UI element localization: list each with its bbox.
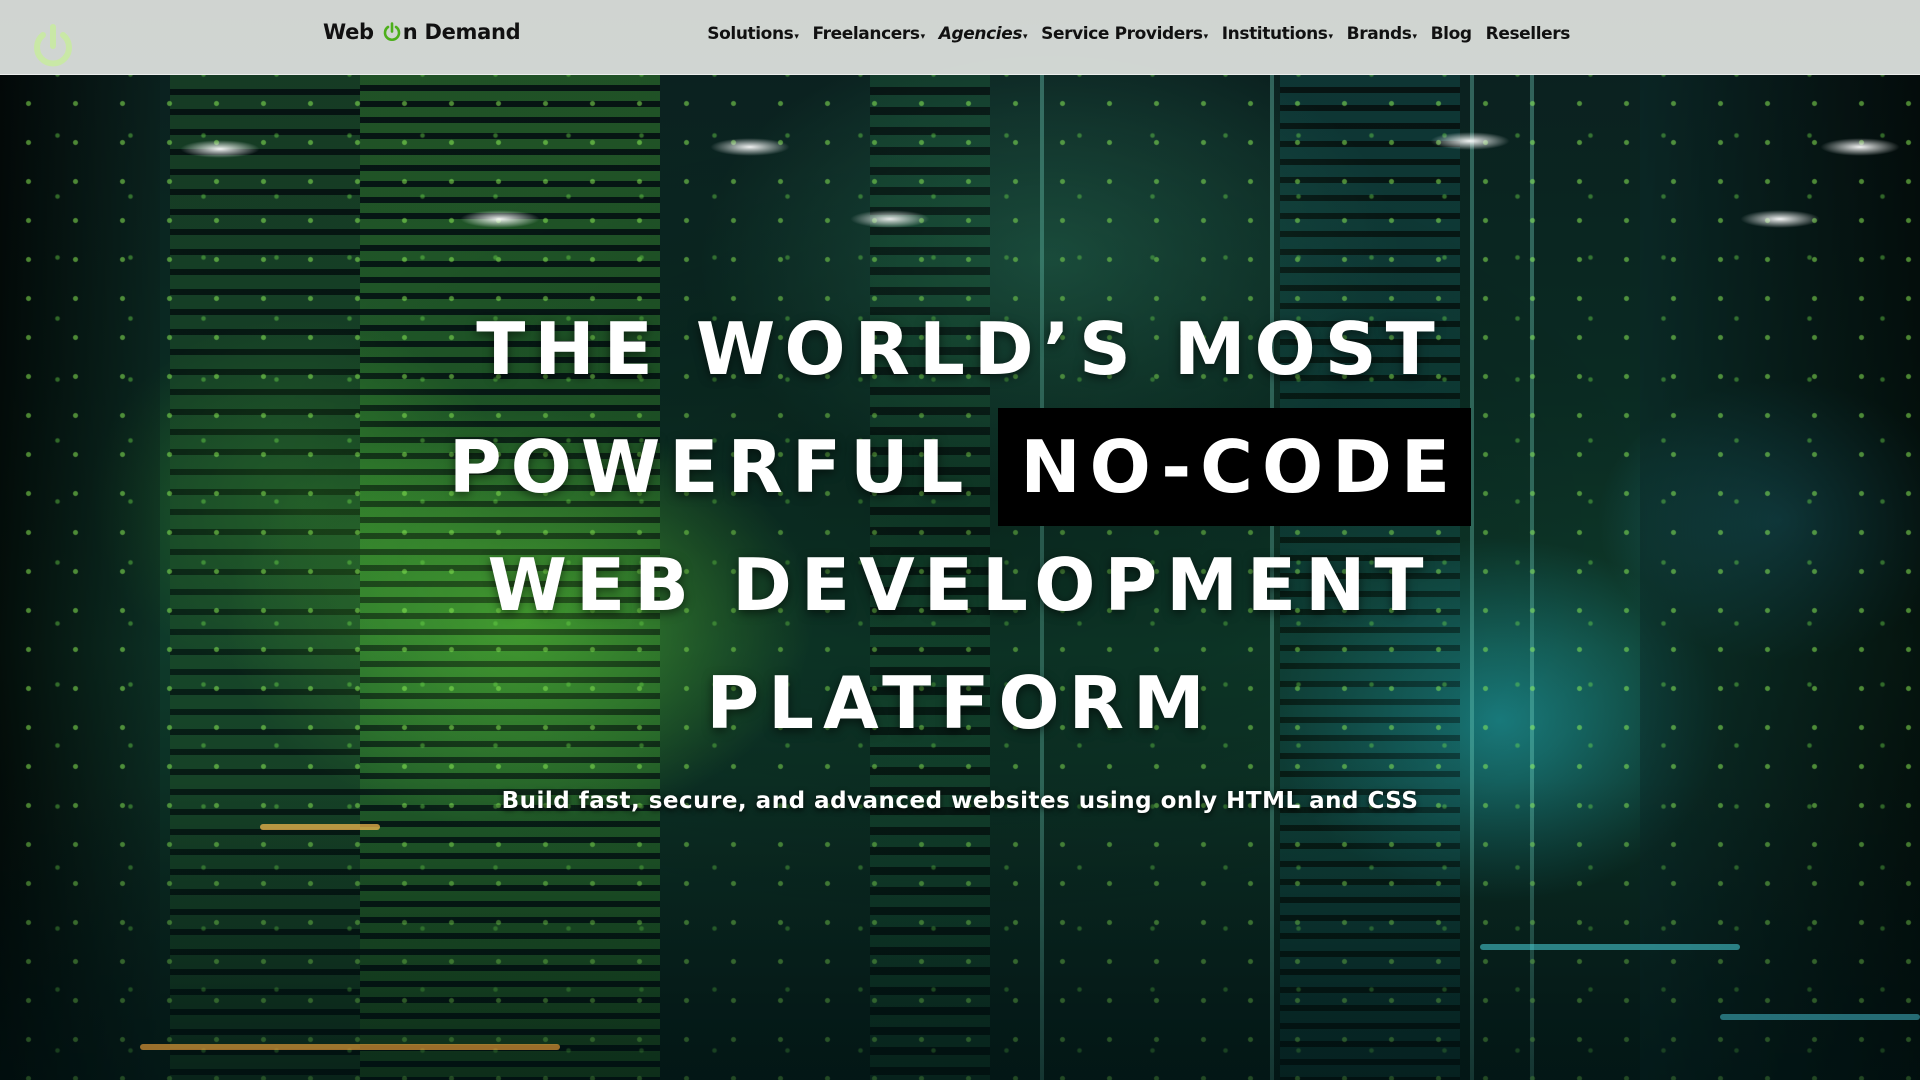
nav-item-institutions[interactable]: Institutions ▾ xyxy=(1222,24,1333,44)
chevron-down-icon: ▾ xyxy=(920,32,926,42)
site-logo[interactable]: Web n Demand xyxy=(323,20,521,44)
page: Web n Demand Solutions ▾ Freelancers ▾ A… xyxy=(0,0,1920,1080)
hero-heading-plain: POWERFUL xyxy=(448,425,973,509)
nav-item-freelancers[interactable]: Freelancers ▾ xyxy=(812,24,926,44)
chevron-down-icon: ▾ xyxy=(794,32,799,42)
nav-label: Solutions xyxy=(707,24,794,44)
nav-item-resellers[interactable]: Resellers xyxy=(1485,24,1571,44)
hero-heading-line-2: POWERFUL NO-CODE xyxy=(0,408,1920,526)
hero-heading-highlight: NO-CODE xyxy=(998,408,1472,526)
hero-section: THE WORLD’S MOST POWERFUL NO-CODE WEB DE… xyxy=(0,290,1920,814)
power-icon xyxy=(382,22,402,42)
power-icon[interactable] xyxy=(28,22,78,72)
nav-label: Blog xyxy=(1430,24,1472,44)
logo-text-demand: n Demand xyxy=(402,20,521,44)
hero-heading-line-4: PLATFORM xyxy=(706,661,1214,745)
nav-item-agencies[interactable]: Agencies ▾ xyxy=(938,24,1028,44)
hero-subtitle: Build fast, secure, and advanced website… xyxy=(501,788,1419,814)
hero-heading-line-1: THE WORLD’S MOST xyxy=(476,307,1444,391)
nav-item-brands[interactable]: Brands ▾ xyxy=(1347,24,1417,44)
logo-text-web: Web xyxy=(323,20,374,44)
nav-label: Brands xyxy=(1346,24,1412,44)
nav-label: Service Providers xyxy=(1041,24,1203,44)
site-header: Web n Demand Solutions ▾ Freelancers ▾ A… xyxy=(0,0,1920,75)
nav-label: Resellers xyxy=(1485,24,1571,44)
nav-label: Agencies xyxy=(938,24,1023,44)
nav-item-service-providers[interactable]: Service Providers ▾ xyxy=(1041,24,1208,44)
nav-item-blog[interactable]: Blog xyxy=(1431,24,1472,44)
hero-heading-line-3: WEB DEVELOPMENT xyxy=(487,543,1433,627)
nav-label: Institutions xyxy=(1221,24,1328,44)
main-nav: Solutions ▾ Freelancers ▾ Agencies ▾ Ser… xyxy=(707,24,1570,44)
chevron-down-icon: ▾ xyxy=(1203,32,1209,42)
nav-label: Freelancers xyxy=(812,24,920,44)
nav-item-solutions[interactable]: Solutions ▾ xyxy=(707,24,799,44)
chevron-down-icon: ▾ xyxy=(1023,32,1028,42)
chevron-down-icon: ▾ xyxy=(1328,32,1334,42)
chevron-down-icon: ▾ xyxy=(1412,32,1417,42)
